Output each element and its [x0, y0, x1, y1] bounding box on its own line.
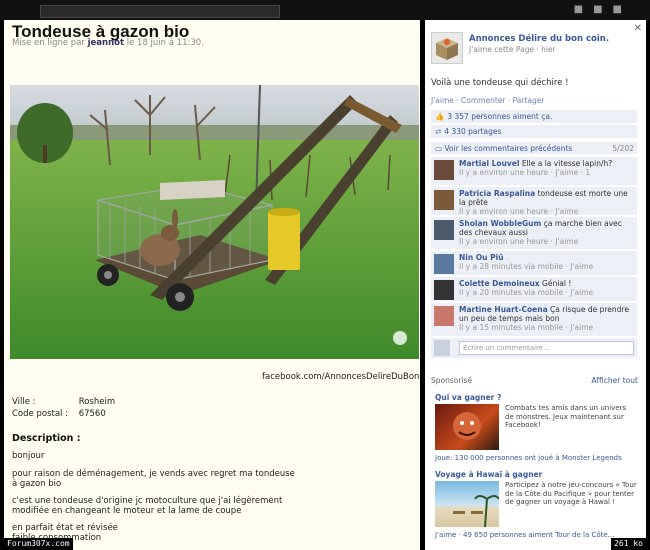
comment-item: Martine Huart-Coena Ça risque de prendre… — [431, 302, 637, 336]
previous-comments-count: 5/202 — [612, 144, 634, 153]
ad-image[interactable] — [435, 404, 499, 450]
comment-author[interactable]: Martial Louvel — [459, 159, 519, 168]
thumbs-up-icon: 👍 — [435, 112, 445, 121]
sponsored-ad-title[interactable]: Voyage à Hawaï à gagner — [435, 470, 542, 479]
comment-author[interactable]: Colette Demoineux — [459, 279, 540, 288]
previous-comments-link[interactable]: ▭ Voir les commentaires précédents 5/202 — [431, 142, 637, 154]
cp-value: 67560 — [78, 409, 106, 419]
comment-item: Colette Demoineux Génial ! Il y a 20 min… — [431, 276, 637, 301]
likes-text: 3 357 personnes aiment ça. — [447, 112, 553, 121]
description-line: en parfait état et révisée — [12, 523, 118, 533]
toolbar-search-input[interactable] — [40, 5, 280, 18]
avatar[interactable] — [434, 306, 454, 326]
comment-meta[interactable]: Il y a environ une heure · J'aime — [459, 237, 578, 246]
comment-item: Nin Ou Piû Il y a 28 minutes via mobile … — [431, 250, 637, 275]
avatar[interactable] — [434, 190, 454, 210]
shares-row[interactable]: ⇄ 4 330 partages — [431, 125, 637, 138]
description-heading: Description : — [12, 433, 81, 444]
ad-sub-link[interactable]: J'aime · 49 650 personnes aiment Tour de… — [435, 531, 614, 539]
lawnmower-photo — [10, 85, 419, 359]
sponsored-ad-text: Participez à notre jeu-concours « Tour d… — [505, 481, 637, 506]
comment-meta[interactable]: Il y a environ une heure · J'aime — [459, 207, 578, 216]
description-line: c'est une tondeuse d'origine jc motocult… — [12, 496, 283, 506]
avatar[interactable] — [434, 220, 454, 240]
previous-comments-text: Voir les commentaires précédents — [444, 144, 573, 153]
ad-sub-link[interactable]: Joue: 130 000 personnes ont joué à Monst… — [435, 454, 622, 462]
description-line: pour raison de déménagement, je vends av… — [12, 469, 295, 479]
comment-text: Elle a la vitesse lapin/h? — [521, 159, 613, 168]
comment-author[interactable]: Sholan WobbleGum — [459, 219, 541, 228]
comment-author[interactable]: Patricia Raspalina — [459, 189, 535, 198]
cp-label: Code postal : — [12, 409, 68, 419]
show-all-link[interactable]: Afficher tout — [591, 376, 638, 385]
ad-panel: Tondeuse à gazon bio Mise en ligne par j… — [4, 20, 420, 550]
screenshot-frame: ■■■ Tondeuse à gazon bio Mise en ligne p… — [0, 0, 650, 550]
ad-meta-prefix: Mise en ligne par — [12, 38, 85, 48]
sponsored-ad-title[interactable]: Qui va gagner ? — [435, 393, 501, 402]
footer-size: 261 ko — [611, 538, 646, 550]
ad-image[interactable] — [435, 481, 500, 528]
comment-meta[interactable]: Il y a 20 minutes via mobile · J'aime — [459, 288, 593, 297]
page-name-link[interactable]: Annonces Délire du bon coin. — [469, 34, 609, 44]
monster-icon — [453, 412, 481, 440]
avatar[interactable] — [434, 160, 454, 180]
comment-item: Sholan WobbleGum ça marche bien avec des… — [431, 216, 637, 249]
comment-meta[interactable]: Il y a environ une heure · J'aime · 1 — [459, 168, 590, 177]
box-logo-icon — [436, 38, 458, 60]
beach-icon — [453, 495, 500, 528]
share-icon: ⇄ — [435, 127, 442, 136]
comment-author[interactable]: Nin Ou Piû — [459, 253, 504, 262]
description-line: à gazon bio — [12, 479, 62, 489]
ad-photo[interactable] — [10, 85, 419, 359]
ad-meta: Mise en ligne par jeannot le 18 juin à 1… — [12, 38, 204, 48]
avatar[interactable] — [434, 254, 454, 274]
post-actions[interactable]: J'aime · Commenter · Partager — [431, 96, 544, 105]
comment-meta[interactable]: Il y a 28 minutes via mobile · J'aime — [459, 262, 593, 271]
ad-meta-date: le 18 juin à 11:30. — [126, 38, 204, 48]
browser-toolbar: ■■■ — [0, 0, 650, 20]
avatar[interactable] — [434, 280, 454, 300]
footer-site: Forum307x.com — [4, 538, 73, 550]
ad-author-link[interactable]: jeannot — [88, 38, 124, 48]
shares-text: 4 330 partages — [444, 127, 502, 136]
photo-watermark: facebook.com/AnnoncesDelireDuBonCoin — [262, 372, 420, 382]
sponsored-label: Sponsorisé — [431, 376, 473, 385]
field-ville: Ville : Rosheim — [12, 397, 115, 407]
comment-item: Martial Louvel Elle a la vitesse lapin/h… — [431, 156, 637, 185]
close-icon[interactable]: ✕ — [634, 23, 642, 34]
description-line: bonjour — [12, 451, 45, 461]
sponsored-ad-sub: J'aime · 49 650 personnes aiment Tour de… — [435, 531, 639, 539]
reply-row: Écrire un commentaire... — [431, 338, 637, 358]
comment-meta[interactable]: Il y a 15 minutes via mobile · J'aime — [459, 323, 593, 332]
sponsored-ad-text: Combats tes amis dans un univers de mons… — [505, 404, 627, 429]
page-subline: J'aime cette Page · hier — [469, 45, 556, 54]
likes-row[interactable]: 👍 3 357 personnes aiment ça. — [431, 110, 637, 123]
comment-text: Génial ! — [542, 279, 572, 288]
post-text: Voilà une tondeuse qui déchire ! — [431, 78, 569, 88]
avatar — [434, 340, 450, 356]
toolbar-icons[interactable]: ■■■ — [574, 4, 632, 15]
comment-item: Patricia Raspalina tondeuse est morte un… — [431, 186, 637, 216]
description-line: modifiée en changeant le moteur et la la… — [12, 506, 242, 516]
comment-author[interactable]: Martine Huart-Coena — [459, 305, 548, 314]
field-code-postal: Code postal : 67560 — [12, 409, 106, 419]
sponsored-ad-sub: Joue: 130 000 personnes ont joué à Monst… — [435, 454, 639, 462]
ville-value: Rosheim — [78, 397, 116, 407]
page-avatar[interactable] — [431, 32, 463, 64]
facebook-panel: ✕ Annonces Délire du bon coin. J'aime ce… — [425, 20, 646, 550]
ville-label: Ville : — [12, 397, 36, 407]
comment-input[interactable]: Écrire un commentaire... — [459, 341, 634, 355]
